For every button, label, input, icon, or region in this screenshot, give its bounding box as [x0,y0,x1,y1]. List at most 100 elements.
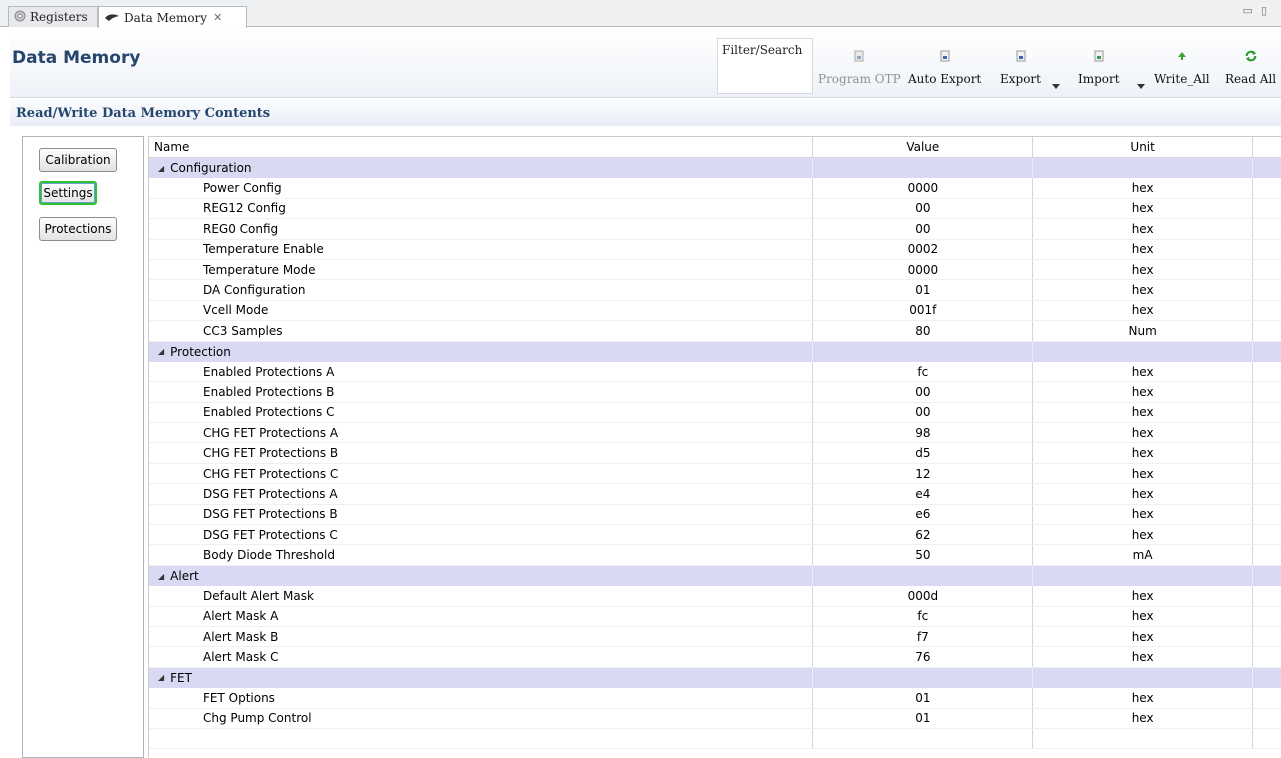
column-filler [1253,647,1281,666]
row-value[interactable]: e4 [813,484,1034,504]
column-header-value[interactable]: Value [813,137,1034,157]
row-name: Alert Mask A [149,606,814,626]
row-name: Temperature Enable [149,239,814,259]
row-name: Alert Mask C [149,647,814,667]
protections-button[interactable]: Protections [39,217,117,241]
category-row[interactable]: ◢ Alert [149,565,1281,587]
table-row[interactable]: REG12 Config 00 hex [149,198,1281,220]
export-button[interactable]: Export [1000,48,1041,90]
row-value[interactable]: 80 [813,321,1034,341]
row-unit: hex [1033,382,1254,402]
column-filler [1253,403,1281,422]
category-unit-cell [1033,565,1254,587]
column-filler [1253,709,1281,728]
table-row[interactable]: Temperature Enable 0002 hex [149,239,1281,260]
empty-row [149,728,1281,750]
row-value[interactable]: 000d [813,586,1034,606]
row-value[interactable]: 62 [813,525,1034,545]
column-filler [1253,566,1281,586]
calibration-button[interactable]: Calibration [39,148,117,172]
column-filler [1253,240,1281,259]
column-filler [1253,586,1281,605]
row-name: CC3 Samples [149,321,814,341]
collapse-caret-icon[interactable]: ◢ [158,164,164,173]
write-all-button[interactable]: Write_All [1154,48,1210,90]
category-row[interactable]: ◢ Configuration [149,158,1281,179]
table-row[interactable]: Enabled Protections Afc hex [149,361,1281,383]
read-all-button[interactable]: Read All [1225,48,1276,90]
table-row[interactable]: FET Options 01 hex [149,688,1281,709]
table-row[interactable]: Alert Mask Afc hex [149,606,1281,627]
row-value[interactable]: 0000 [813,178,1034,198]
table-row[interactable]: Alert Mask Bf7 hex [149,626,1281,648]
table-row[interactable]: CHG FET Protections C 12 hex [149,463,1281,485]
row-value[interactable]: 76 [813,647,1034,667]
table-row[interactable]: Body Diode Threshold 50 mA [149,545,1281,566]
settings-button[interactable]: Settings [39,181,97,205]
program-otp-button[interactable]: Program OTP [818,48,901,90]
row-value[interactable]: f7 [813,626,1034,647]
table-row[interactable]: Alert Mask C 76 hex [149,647,1281,668]
tab-registers[interactable]: Registers [8,6,98,27]
row-value[interactable]: 98 [813,423,1034,443]
export-icon [1015,48,1027,64]
row-value[interactable]: fc [813,606,1034,626]
collapse-caret-icon[interactable]: ◢ [158,572,164,581]
registers-icon [14,10,26,25]
import-button[interactable]: Import [1078,48,1120,90]
maximize-icon[interactable]: ▯ [1261,4,1275,17]
table-row[interactable]: CC3 Samples 80 Num [149,321,1281,342]
import-dropdown-icon[interactable] [1137,84,1145,89]
row-value[interactable]: e6 [813,504,1034,525]
filter-search-box[interactable]: Filter/Search [717,38,813,94]
table-row[interactable]: DSG FET Protections C 62 hex [149,525,1281,546]
close-icon[interactable]: ✕ [213,11,222,24]
row-value[interactable]: 0002 [813,239,1034,259]
table-row[interactable]: DA Configuration 01 hex [149,280,1281,301]
row-name: DSG FET Protections A [149,484,814,504]
row-value[interactable]: 50 [813,545,1034,565]
program-otp-label: Program OTP [818,72,901,86]
category-row[interactable]: ◢ Protection [149,341,1281,362]
table-row[interactable]: CHG FET Protections Bd5 hex [149,443,1281,464]
table-row[interactable]: Vcell Mode 001f hex [149,300,1281,322]
table-row[interactable]: CHG FET Protections A 98 hex [149,423,1281,444]
export-dropdown-icon[interactable] [1052,84,1060,89]
minimize-icon[interactable]: ▭ [1243,4,1261,17]
row-value[interactable]: 01 [813,708,1034,728]
table-row[interactable]: Power Config 0000 hex [149,178,1281,199]
column-header-name[interactable]: Name [149,137,814,157]
table-row[interactable]: Default Alert Mask 000d hex [149,586,1281,607]
row-name: DA Configuration [149,280,814,300]
row-unit: hex [1033,361,1254,382]
table-row[interactable]: Enabled Protections C 00 hex [149,402,1281,424]
collapse-caret-icon[interactable]: ◢ [158,673,164,682]
row-value[interactable]: 0000 [813,259,1034,280]
table-row[interactable]: DSG FET Protections Be6 hex [149,504,1281,526]
table-row[interactable]: Chg Pump Control 01 hex [149,708,1281,729]
row-value[interactable]: 01 [813,688,1034,708]
row-unit: hex [1033,586,1254,606]
row-value[interactable]: 00 [813,382,1034,402]
auto-export-button[interactable]: Auto Export [908,48,981,90]
import-label: Import [1078,72,1120,86]
window-controls[interactable]: ▭▯ [1243,4,1275,17]
row-value[interactable]: 00 [813,402,1034,423]
tab-data-memory[interactable]: Data Memory ✕ [98,6,247,28]
row-value[interactable]: d5 [813,443,1034,463]
table-row[interactable]: Temperature Mode 0000 hex [149,259,1281,281]
row-value[interactable]: 01 [813,280,1034,300]
row-value[interactable]: 001f [813,300,1034,321]
read-all-label: Read All [1225,72,1277,86]
table-row[interactable]: REG0 Config 00 hex [149,219,1281,240]
column-header-unit[interactable]: Unit [1033,137,1254,157]
table-row[interactable]: Enabled Protections B 00 hex [149,382,1281,403]
row-value[interactable]: fc [813,361,1034,382]
table-row[interactable]: DSG FET Protections Ae4 hex [149,484,1281,505]
auto-export-icon [939,48,951,64]
collapse-caret-icon[interactable]: ◢ [158,347,164,356]
category-row[interactable]: ◢ FET [149,667,1281,689]
row-value[interactable]: 12 [813,463,1034,484]
row-value[interactable]: 00 [813,198,1034,219]
row-value[interactable]: 00 [813,219,1034,239]
